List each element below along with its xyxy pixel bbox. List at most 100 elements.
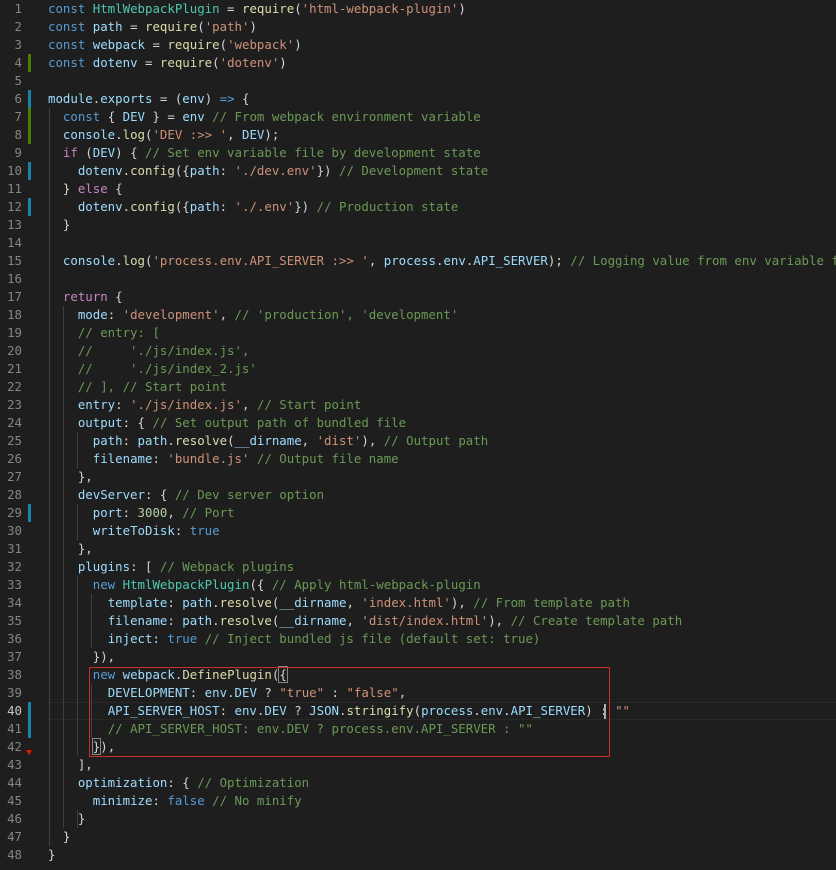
line-number[interactable]: 19: [0, 324, 22, 342]
code-line[interactable]: module.exports = (env) => {: [48, 90, 249, 108]
code-line[interactable]: console.log('process.env.API_SERVER :>> …: [48, 252, 836, 270]
line-number[interactable]: 48: [0, 846, 22, 864]
line-number[interactable]: 32: [0, 558, 22, 576]
code-line[interactable]: devServer: { // Dev server option: [48, 486, 324, 504]
line-number[interactable]: 37: [0, 648, 22, 666]
code-line[interactable]: } else {: [48, 180, 123, 198]
line-number[interactable]: 5: [0, 72, 22, 90]
line-number[interactable]: 24: [0, 414, 22, 432]
line-number[interactable]: 2: [0, 18, 22, 36]
code-line[interactable]: minimize: false // No minify: [48, 792, 302, 810]
line-number[interactable]: 33: [0, 576, 22, 594]
code-editor[interactable]: 1 2 3 4 5 6 7 8 9 10 11 12 13 14 15 16 17 18 19 20 21 22 23 24 2…: [0, 0, 836, 870]
code-line[interactable]: plugins: [ // Webpack plugins: [48, 558, 294, 576]
line-number[interactable]: 36: [0, 630, 22, 648]
line-number-gutter[interactable]: 1 2 3 4 5 6 7 8 9 10 11 12 13 14 15 16 17 18 19 20 21 22 23 24 2…: [0, 0, 40, 870]
line-number[interactable]: 34: [0, 594, 22, 612]
git-modified-marker[interactable]: [28, 162, 31, 180]
code-line[interactable]: const path = require('path'): [48, 18, 257, 36]
code-line[interactable]: filename: path.resolve(__dirname, 'dist/…: [48, 612, 682, 630]
git-added-marker[interactable]: [28, 108, 31, 126]
code-line[interactable]: },: [48, 540, 93, 558]
line-number[interactable]: 30: [0, 522, 22, 540]
git-added-marker[interactable]: [28, 54, 31, 72]
code-line[interactable]: port: 3000, // Port: [48, 504, 235, 522]
line-number[interactable]: 31: [0, 540, 22, 558]
code-line[interactable]: new HtmlWebpackPlugin({ // Apply html-we…: [48, 576, 481, 594]
line-number[interactable]: 9: [0, 144, 22, 162]
code-line[interactable]: const webpack = require('webpack'): [48, 36, 302, 54]
line-number[interactable]: 38: [0, 666, 22, 684]
code-line[interactable]: const { DEV } = env // From webpack envi…: [48, 108, 481, 126]
line-number[interactable]: 46: [0, 810, 22, 828]
code-line[interactable]: filename: 'bundle.js' // Output file nam…: [48, 450, 399, 468]
code-line[interactable]: dotenv.config({path: './.env'}) // Produ…: [48, 198, 459, 216]
code-line[interactable]: }),: [48, 738, 115, 756]
git-modified-marker[interactable]: [28, 90, 31, 108]
line-number[interactable]: 13: [0, 216, 22, 234]
git-added-marker[interactable]: [28, 126, 31, 144]
code-line[interactable]: // ], // Start point: [48, 378, 227, 396]
code-line[interactable]: new webpack.DefinePlugin({: [48, 666, 288, 684]
code-line[interactable]: // API_SERVER_HOST: env.DEV ? process.en…: [48, 720, 533, 738]
line-number[interactable]: 44: [0, 774, 22, 792]
line-number[interactable]: 22: [0, 378, 22, 396]
line-number[interactable]: 4: [0, 54, 22, 72]
git-modified-marker[interactable]: [28, 720, 31, 738]
code-line[interactable]: }: [48, 810, 85, 828]
code-line[interactable]: writeToDisk: true: [48, 522, 220, 540]
line-number[interactable]: 14: [0, 234, 22, 252]
code-line[interactable]: // './js/index_2.js': [48, 360, 257, 378]
line-number[interactable]: 47: [0, 828, 22, 846]
code-line[interactable]: path: path.resolve(__dirname, 'dist'), /…: [48, 432, 488, 450]
code-line[interactable]: API_SERVER_HOST: env. DEV ? JSON. stringif…: [48, 702, 630, 720]
line-number[interactable]: 20: [0, 342, 22, 360]
line-number[interactable]: 7: [0, 108, 22, 126]
line-number[interactable]: 18: [0, 306, 22, 324]
code-line[interactable]: dotenv.config({path: './dev.env'}) // De…: [48, 162, 488, 180]
code-line[interactable]: optimization: { // Optimization: [48, 774, 309, 792]
line-number[interactable]: 1: [0, 0, 22, 18]
line-number[interactable]: 12: [0, 198, 22, 216]
code-line[interactable]: entry: './js/index.js', // Start point: [48, 396, 362, 414]
code-line[interactable]: const HtmlWebpackPlugin = require('html-…: [48, 0, 466, 18]
line-number[interactable]: 21: [0, 360, 22, 378]
line-number[interactable]: 35: [0, 612, 22, 630]
line-number[interactable]: 28: [0, 486, 22, 504]
line-number[interactable]: 23: [0, 396, 22, 414]
line-number[interactable]: 17: [0, 288, 22, 306]
code-line[interactable]: if (DEV) { // Set env variable file by d…: [48, 144, 481, 162]
line-number[interactable]: 25: [0, 432, 22, 450]
code-line[interactable]: // './js/index.js',: [48, 342, 250, 360]
code-line[interactable]: template: path.resolve(__dirname, 'index…: [48, 594, 630, 612]
line-number[interactable]: 3: [0, 36, 22, 54]
line-number[interactable]: 42: [0, 738, 22, 756]
line-number[interactable]: 45: [0, 792, 22, 810]
code-line[interactable]: output: { // Set output path of bundled …: [48, 414, 406, 432]
line-number[interactable]: 10: [0, 162, 22, 180]
code-line[interactable]: }),: [48, 648, 115, 666]
code-line[interactable]: mode: 'development', // 'production', 'd…: [48, 306, 458, 324]
line-number[interactable]: 29: [0, 504, 22, 522]
line-number[interactable]: 6: [0, 90, 22, 108]
code-line[interactable]: inject: true // Inject bundled js file (…: [48, 630, 541, 648]
line-number[interactable]: 43: [0, 756, 22, 774]
git-modified-marker[interactable]: [28, 702, 31, 720]
git-modified-marker[interactable]: [28, 504, 31, 522]
code-line[interactable]: ],: [48, 756, 93, 774]
code-line[interactable]: DEVELOPMENT: env.DEV ? "true" : "false",: [48, 684, 406, 702]
line-number[interactable]: 11: [0, 180, 22, 198]
line-number[interactable]: 15: [0, 252, 22, 270]
line-number[interactable]: 16: [0, 270, 22, 288]
code-line[interactable]: }: [48, 846, 55, 864]
line-number[interactable]: 39: [0, 684, 22, 702]
line-number[interactable]: 40: [0, 702, 22, 720]
line-number[interactable]: 41: [0, 720, 22, 738]
line-number[interactable]: 27: [0, 468, 22, 486]
fold-arrow-icon[interactable]: [26, 750, 32, 755]
code-line[interactable]: console.log('DEV :>> ', DEV);: [48, 126, 279, 144]
code-line[interactable]: const dotenv = require('dotenv'): [48, 54, 287, 72]
code-line[interactable]: // entry: [: [48, 324, 160, 342]
code-line[interactable]: }: [48, 828, 70, 846]
code-area[interactable]: const HtmlWebpackPlugin = require('html-…: [48, 0, 836, 870]
